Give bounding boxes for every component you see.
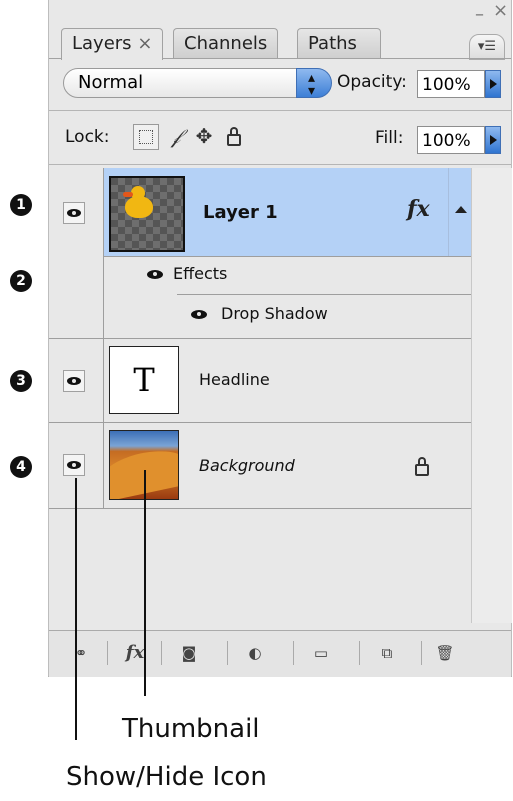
lock-position-move-icon[interactable]: ✥ bbox=[191, 124, 217, 150]
layer-name[interactable]: Headline bbox=[199, 370, 270, 389]
close-icon[interactable]: × bbox=[493, 2, 508, 20]
blend-mode-value: Normal bbox=[78, 72, 144, 93]
minimize-icon[interactable]: – bbox=[475, 6, 484, 24]
show-hide-callout-label: Show/Hide Icon bbox=[66, 762, 267, 792]
tab-paths-label: Paths bbox=[308, 33, 357, 54]
opacity-input[interactable]: 100% bbox=[417, 70, 485, 98]
effects-eye-icon[interactable] bbox=[145, 268, 165, 280]
layer-name[interactable]: Background bbox=[199, 456, 295, 475]
drop-shadow-label[interactable]: Drop Shadow bbox=[221, 304, 328, 323]
callout-badge-3: 3 bbox=[10, 370, 32, 392]
adjustment-layer-icon[interactable]: ◐ bbox=[235, 639, 275, 667]
divider bbox=[49, 110, 511, 111]
add-mask-icon[interactable]: ◙ bbox=[169, 639, 209, 667]
visibility-eye-icon[interactable] bbox=[63, 370, 85, 392]
scroll-up-arrow-icon[interactable] bbox=[448, 168, 472, 256]
divider bbox=[49, 164, 511, 165]
layer-style-fx-icon[interactable]: fx bbox=[115, 639, 155, 667]
layer-name[interactable]: Layer 1 bbox=[203, 202, 278, 223]
opacity-label: Opacity: bbox=[337, 72, 407, 92]
tab-channels-label: Channels bbox=[184, 33, 268, 54]
opacity-slider-arrow-icon[interactable] bbox=[485, 70, 501, 98]
fx-icon[interactable]: fx bbox=[407, 196, 430, 222]
scrollbar-track[interactable] bbox=[471, 168, 512, 623]
callout-badge-2: 2 bbox=[10, 270, 32, 292]
delete-layer-trash-icon[interactable]: 🗑 bbox=[427, 639, 463, 667]
callout-badge-1: 1 bbox=[10, 194, 32, 216]
blend-mode-select[interactable]: Normal bbox=[63, 64, 332, 105]
layers-toolbar: ⚭ fx ◙ ◐ ▭ ⧉ 🗑 bbox=[49, 630, 511, 677]
lock-label: Lock: bbox=[65, 127, 110, 147]
tab-layers[interactable]: Layers × bbox=[61, 28, 164, 60]
lock-icon bbox=[415, 457, 429, 476]
tab-paths[interactable]: Paths bbox=[297, 28, 381, 58]
type-layer-thumbnail[interactable]: T bbox=[109, 346, 179, 414]
lock-all-icon[interactable] bbox=[221, 124, 247, 150]
new-layer-icon[interactable]: ⧉ bbox=[367, 639, 407, 667]
fill-label: Fill: bbox=[375, 128, 404, 148]
link-layers-icon[interactable]: ⚭ bbox=[61, 639, 101, 667]
tab-layers-label: Layers bbox=[72, 33, 132, 54]
fill-slider-arrow-icon[interactable] bbox=[485, 126, 501, 154]
layer-thumbnail[interactable] bbox=[109, 176, 185, 252]
visibility-eye-icon[interactable] bbox=[63, 454, 85, 476]
thumbnail-callout-label: Thumbnail bbox=[122, 714, 260, 744]
panel-menu-icon[interactable]: ▾☰ bbox=[469, 34, 505, 60]
effects-label[interactable]: Effects bbox=[173, 264, 227, 283]
tab-channels[interactable]: Channels bbox=[173, 28, 279, 58]
layers-list: Layer 1 fx Effects Drop Shadow T Headlin… bbox=[49, 168, 472, 623]
tab-close-icon[interactable]: × bbox=[137, 33, 152, 54]
duck-beak bbox=[123, 192, 133, 197]
lock-transparency-icon[interactable] bbox=[133, 124, 159, 150]
blend-mode-stepper-icon[interactable] bbox=[296, 64, 332, 105]
new-group-folder-icon[interactable]: ▭ bbox=[301, 639, 341, 667]
visibility-eye-icon[interactable] bbox=[63, 202, 85, 224]
drop-shadow-eye-icon[interactable] bbox=[189, 308, 209, 320]
thumbnail-callout-line bbox=[144, 470, 146, 696]
layers-panel: – × ▾☰ Layers × Channels Paths Normal Op… bbox=[48, 0, 512, 677]
fill-input[interactable]: 100% bbox=[417, 126, 485, 154]
show-hide-callout-line bbox=[75, 478, 77, 740]
lock-pixels-brush-icon[interactable]: 𝒻 bbox=[163, 124, 189, 150]
callout-badge-4: 4 bbox=[10, 456, 32, 478]
duck-head bbox=[131, 186, 145, 200]
